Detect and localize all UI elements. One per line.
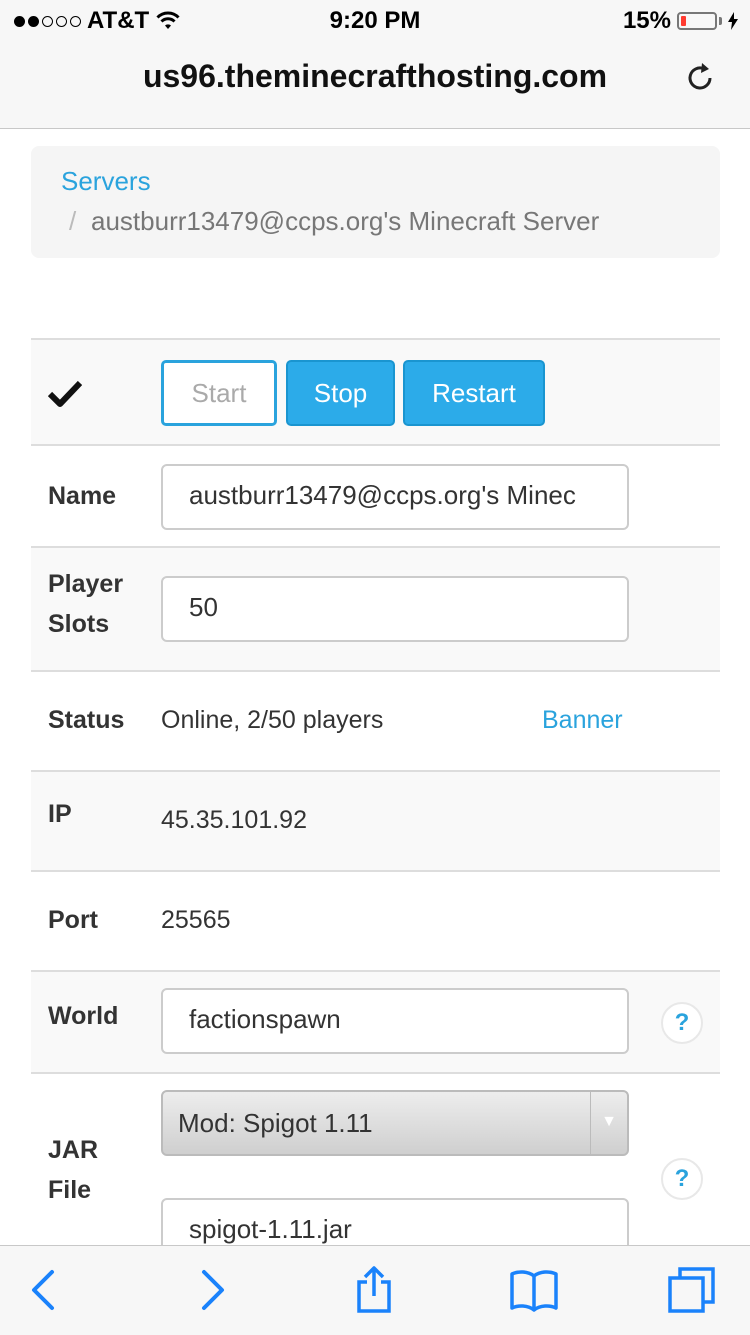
ip-value: 45.35.101.92 <box>161 806 307 834</box>
world-row: World factionspawn ? <box>31 972 720 1074</box>
breadcrumb-separator: / <box>69 206 77 236</box>
jar-type-select[interactable]: Mod: Spigot 1.11 ▼ <box>161 1090 629 1156</box>
status-row: Status Online, 2/50 players Banner <box>31 672 720 772</box>
battery-percent: 15% <box>622 7 671 34</box>
forward-arrow-icon[interactable] <box>188 1266 236 1314</box>
share-icon[interactable] <box>350 1266 398 1314</box>
breadcrumb: Servers / austburr13479@ccps.org's Minec… <box>31 146 720 258</box>
port-label: Port <box>48 906 98 934</box>
port-value: 25565 <box>161 906 231 934</box>
name-input[interactable]: austburr13479@ccps.org's Minec <box>161 464 629 530</box>
url-text[interactable]: us96.theminecrafthosting.com <box>0 58 750 95</box>
ip-label: IP <box>48 800 72 828</box>
banner-link[interactable]: Banner <box>542 706 623 735</box>
status-label: Status <box>48 706 125 734</box>
charging-bolt-icon <box>728 12 738 30</box>
battery-icon <box>677 12 717 30</box>
controls-row: Start Stop Restart <box>31 340 720 446</box>
battery-status: 15% <box>623 7 738 35</box>
world-input[interactable]: factionspawn <box>161 988 629 1054</box>
dropdown-arrow-icon: ▼ <box>590 1092 627 1154</box>
world-help-icon[interactable]: ? <box>661 1002 703 1044</box>
jar-file-label-line1: JAR <box>48 1136 99 1164</box>
port-row: Port 25565 <box>31 872 720 972</box>
status-value: Online, 2/50 players <box>161 706 384 734</box>
breadcrumb-servers-link[interactable]: Servers <box>61 166 151 197</box>
tabs-icon[interactable] <box>668 1266 716 1314</box>
jar-help-icon[interactable]: ? <box>661 1158 703 1200</box>
ip-row: IP 45.35.101.92 <box>31 772 720 872</box>
player-slots-label-line1: Player <box>48 570 124 598</box>
address-bar[interactable]: us96.theminecrafthosting.com <box>0 40 750 129</box>
jar-file-label-line2: File <box>48 1176 92 1204</box>
reload-icon[interactable] <box>682 60 718 96</box>
browser-toolbar <box>0 1245 750 1335</box>
player-slots-label-line2: Slots <box>48 610 110 638</box>
stop-button[interactable]: Stop <box>286 360 395 426</box>
name-row: Name austburr13479@ccps.org's Minec <box>31 446 720 548</box>
start-button[interactable]: Start <box>161 360 277 426</box>
status-bar: AT&T 9:20 PM 15% <box>0 0 750 40</box>
player-slots-input[interactable]: 50 <box>161 576 629 642</box>
back-arrow-icon[interactable] <box>20 1266 68 1314</box>
jar-file-row: JAR File Mod: Spigot 1.11 ▼ ? spigot-1.1… <box>31 1074 720 1264</box>
breadcrumb-current: austburr13479@ccps.org's Minecraft Serve… <box>91 206 600 236</box>
player-slots-row: Player Slots 50 <box>31 548 720 672</box>
bookmarks-icon[interactable] <box>510 1266 558 1314</box>
checkmark-icon <box>48 380 82 407</box>
jar-type-selected-value: Mod: Spigot 1.11 <box>178 1108 373 1138</box>
world-label: World <box>48 1002 119 1030</box>
server-settings-table: Start Stop Restart Name austburr13479@cc… <box>31 338 720 1264</box>
restart-button[interactable]: Restart <box>403 360 545 426</box>
name-label: Name <box>48 482 117 510</box>
